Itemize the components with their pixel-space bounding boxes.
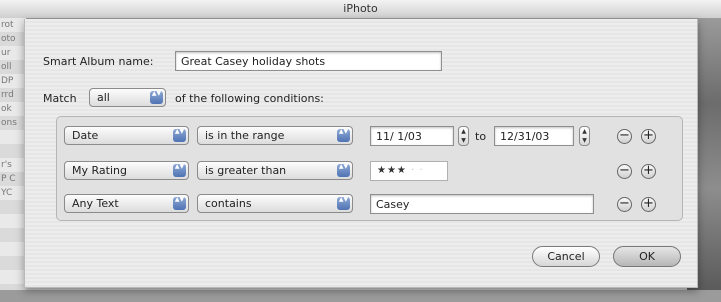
popup-arrows-icon: ▲▼ — [337, 164, 350, 177]
bg-text — [0, 130, 26, 144]
condition-field-value: Date — [72, 129, 99, 142]
match-value: all — [97, 91, 110, 104]
remove-condition-button[interactable]: − — [617, 129, 632, 144]
bg-text: ons — [1, 118, 17, 128]
remove-condition-button[interactable]: − — [617, 197, 632, 212]
condition-operator-popup[interactable]: is in the range ▲▼ — [197, 126, 353, 145]
smart-album-sheet: Smart Album name: Great Casey holiday sh… — [24, 19, 698, 288]
stepper-down-icon: ▼ — [582, 137, 587, 144]
add-condition-button[interactable]: + — [641, 164, 656, 179]
bg-text — [0, 144, 26, 158]
condition-operator-value: is greater than — [205, 164, 287, 177]
add-condition-button[interactable]: + — [641, 197, 656, 212]
condition-operator-value: contains — [205, 197, 252, 210]
popup-arrows-icon: ▲▼ — [337, 197, 350, 210]
condition-field-value: My Rating — [72, 164, 127, 177]
popup-arrows-icon: ▲▼ — [337, 129, 350, 142]
date-range-to-label: to — [475, 130, 487, 143]
album-name-field[interactable]: Great Casey holiday shots — [175, 51, 442, 71]
condition-text-field[interactable]: Casey — [370, 194, 594, 214]
window-titlebar: iPhoto — [0, 0, 721, 19]
condition-field-popup[interactable]: Date ▲▼ — [64, 126, 189, 145]
album-name-label: Smart Album name: — [43, 55, 154, 68]
match-popup[interactable]: all ▲▼ — [89, 88, 166, 107]
cancel-button[interactable]: Cancel — [532, 246, 600, 267]
ok-button[interactable]: OK — [613, 246, 681, 267]
date-to-field[interactable]: 12/31/03 — [494, 126, 574, 146]
window-title: iPhoto — [343, 2, 378, 15]
bg-text: oll — [1, 62, 12, 72]
match-suffix-label: of the following conditions: — [175, 92, 324, 105]
bg-text: ok — [1, 104, 12, 114]
condition-operator-popup[interactable]: is greater than ▲▼ — [197, 161, 353, 180]
condition-operator-value: is in the range — [205, 129, 285, 142]
condition-field-popup[interactable]: My Rating ▲▼ — [64, 161, 189, 180]
conditions-box: Date ▲▼ is in the range ▲▼ 11/ 1/03 ▲ ▼ … — [56, 116, 683, 221]
bg-text: YC — [1, 188, 13, 198]
popup-arrows-icon: ▲▼ — [173, 164, 186, 177]
stepper-down-icon: ▼ — [461, 137, 466, 144]
rating-filled-stars: ★★★ — [377, 165, 407, 176]
background-window-sidebar: rot oto ur oll DP rrd ok ons r's P C YC — [0, 18, 26, 302]
remove-condition-button[interactable]: − — [617, 164, 632, 179]
bg-text: DP — [1, 76, 14, 86]
date-from-stepper[interactable]: ▲ ▼ — [458, 126, 469, 146]
stepper-up-icon: ▲ — [461, 128, 466, 135]
stepper-up-icon: ▲ — [582, 128, 587, 135]
condition-field-popup[interactable]: Any Text ▲▼ — [64, 194, 189, 213]
bg-text: ur — [1, 48, 11, 58]
popup-arrows-icon: ▲▼ — [173, 129, 186, 142]
bg-text: rot — [1, 20, 14, 30]
background-window-bottom — [0, 290, 721, 302]
condition-operator-popup[interactable]: contains ▲▼ — [197, 194, 353, 213]
rating-empty-stars: · · — [411, 165, 424, 176]
popup-arrows-icon: ▲▼ — [173, 197, 186, 210]
date-to-stepper[interactable]: ▲ ▼ — [579, 126, 590, 146]
bg-text: r's — [1, 160, 12, 170]
bg-text: rrd — [1, 90, 14, 100]
condition-field-value: Any Text — [72, 197, 119, 210]
match-label: Match — [43, 92, 77, 105]
bg-text: P C — [1, 174, 16, 184]
add-condition-button[interactable]: + — [641, 129, 656, 144]
popup-arrows-icon: ▲▼ — [150, 91, 163, 104]
bg-text: oto — [1, 34, 16, 44]
rating-control[interactable]: ★★★ · · — [370, 161, 448, 181]
date-from-field[interactable]: 11/ 1/03 — [370, 126, 454, 146]
